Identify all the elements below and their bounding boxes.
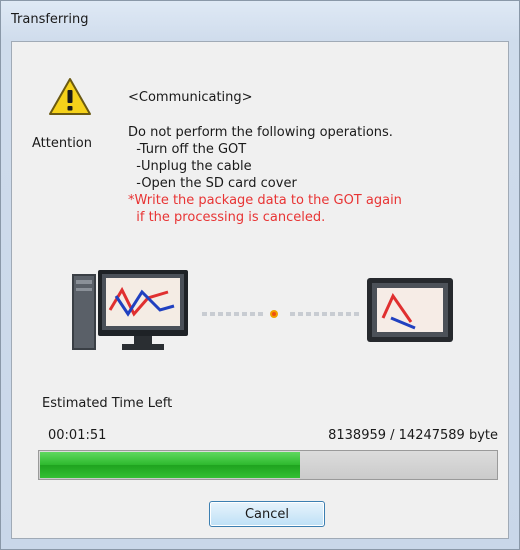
dialog-body: Attention <Communicating> Do not perform… bbox=[11, 41, 509, 539]
title-bar[interactable]: Transferring bbox=[1, 1, 519, 41]
window-title: Transferring bbox=[11, 12, 89, 27]
attention-label: Attention bbox=[32, 136, 92, 151]
transfer-dialog: Transferring Attention <Communicating> D… bbox=[0, 0, 520, 550]
progress-bar-fill bbox=[40, 452, 300, 478]
got-terminal-icon bbox=[367, 278, 453, 342]
bytes-transferred: 8138959 / 14247589 byte bbox=[328, 428, 498, 443]
cancel-button[interactable]: Cancel bbox=[209, 501, 325, 527]
instruction-intro: Do not perform the following operations. bbox=[128, 125, 393, 140]
estimated-time-label: Estimated Time Left bbox=[42, 396, 173, 411]
transfer-indicator bbox=[202, 310, 359, 318]
pc-monitor-icon bbox=[72, 270, 188, 350]
status-heading: <Communicating> bbox=[128, 90, 253, 105]
instruction-item: -Turn off the GOT bbox=[128, 142, 247, 157]
transfer-progress-bar bbox=[38, 450, 498, 480]
time-left-value: 00:01:51 bbox=[48, 428, 107, 443]
cancel-warning-line: if the processing is canceled. bbox=[128, 210, 326, 225]
cancel-warning-line: *Write the package data to the GOT again bbox=[128, 193, 402, 208]
instruction-item: -Unplug the cable bbox=[128, 159, 252, 174]
instruction-item: -Open the SD card cover bbox=[128, 176, 297, 191]
warning-icon bbox=[49, 78, 91, 115]
